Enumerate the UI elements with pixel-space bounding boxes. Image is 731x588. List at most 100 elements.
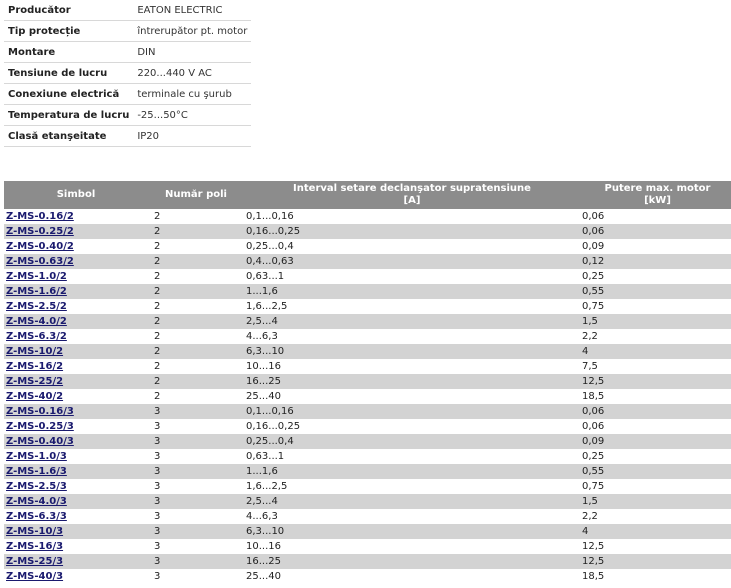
interval-cell: 0,63...1: [244, 269, 580, 284]
spec-row: Conexiune electrică terminale cu şurub: [4, 83, 252, 105]
product-link[interactable]: Z-MS-0.16/3: [6, 406, 74, 417]
poles-cell: 3: [148, 569, 244, 584]
product-link[interactable]: Z-MS-2.5/2: [6, 301, 67, 312]
interval-cell: 1,6...2,5: [244, 479, 580, 494]
product-link[interactable]: Z-MS-4.0/3: [6, 496, 67, 507]
power-cell: 18,5: [580, 569, 731, 584]
product-link[interactable]: Z-MS-40/2: [6, 391, 63, 402]
spec-row: Tensiune de lucru 220...440 V AC: [4, 62, 252, 84]
symbol-cell: Z-MS-40/2: [4, 389, 148, 404]
spec-label: Clasă etanşeitate: [4, 125, 134, 147]
power-cell: 4: [580, 344, 731, 359]
poles-cell: 2: [148, 254, 244, 269]
power-cell: 7,5: [580, 359, 731, 374]
interval-cell: 25...40: [244, 389, 580, 404]
poles-cell: 3: [148, 419, 244, 434]
power-cell: 0,06: [580, 209, 731, 224]
interval-cell: 0,25...0,4: [244, 239, 580, 254]
product-link[interactable]: Z-MS-1.6/3: [6, 466, 67, 477]
product-link[interactable]: Z-MS-0.25/2: [6, 226, 74, 237]
product-link[interactable]: Z-MS-6.3/2: [6, 331, 67, 342]
power-cell: 0,09: [580, 239, 731, 254]
poles-cell: 2: [148, 209, 244, 224]
product-link[interactable]: Z-MS-0.63/2: [6, 256, 74, 267]
product-link[interactable]: Z-MS-1.0/3: [6, 451, 67, 462]
header-poles: Număr poli: [148, 181, 244, 209]
symbol-cell: Z-MS-4.0/2: [4, 314, 148, 329]
table-row: Z-MS-10/2 2 6,3...10 4: [4, 344, 731, 359]
symbol-cell: Z-MS-0.40/3: [4, 434, 148, 449]
poles-cell: 2: [148, 344, 244, 359]
power-cell: 0,55: [580, 284, 731, 299]
symbol-cell: Z-MS-1.0/3: [4, 449, 148, 464]
spec-value: -25...50°C: [133, 104, 252, 126]
table-row: Z-MS-1.0/3 3 0,63...1 0,25: [4, 449, 731, 464]
product-link[interactable]: Z-MS-25/3: [6, 556, 63, 567]
table-row: Z-MS-0.40/2 2 0,25...0,4 0,09: [4, 239, 731, 254]
interval-cell: 2,5...4: [244, 314, 580, 329]
product-link[interactable]: Z-MS-0.25/3: [6, 421, 74, 432]
power-cell: 0,75: [580, 299, 731, 314]
table-row: Z-MS-1.6/2 2 1...1,6 0,55: [4, 284, 731, 299]
products-header: Simbol Număr poli Interval setare declan…: [4, 181, 731, 209]
interval-cell: 10...16: [244, 539, 580, 554]
spec-label: Tip protecție: [4, 20, 134, 42]
power-cell: 12,5: [580, 554, 731, 569]
poles-cell: 3: [148, 494, 244, 509]
product-link[interactable]: Z-MS-1.6/2: [6, 286, 67, 297]
table-row: Z-MS-6.3/2 2 4...6,3 2,2: [4, 329, 731, 344]
product-link[interactable]: Z-MS-16/2: [6, 361, 63, 372]
product-link[interactable]: Z-MS-40/3: [6, 571, 63, 582]
symbol-cell: Z-MS-0.16/2: [4, 209, 148, 224]
symbol-cell: Z-MS-10/3: [4, 524, 148, 539]
poles-cell: 3: [148, 554, 244, 569]
product-link[interactable]: Z-MS-0.40/2: [6, 241, 74, 252]
header-power-label: Putere max. motor: [604, 183, 711, 194]
power-cell: 4: [580, 524, 731, 539]
power-cell: 0,75: [580, 479, 731, 494]
table-row: Z-MS-25/2 2 16...25 12,5: [4, 374, 731, 389]
interval-cell: 4...6,3: [244, 509, 580, 524]
specifications-table: Producător EATON ELECTRIC Tip protecție înt…: [4, 0, 252, 147]
symbol-cell: Z-MS-0.63/2: [4, 254, 148, 269]
table-row: Z-MS-0.25/3 3 0,16...0,25 0,06: [4, 419, 731, 434]
spec-row: Temperatura de lucru -25...50°C: [4, 104, 252, 126]
interval-cell: 4...6,3: [244, 329, 580, 344]
table-row: Z-MS-0.63/2 2 0,4...0,63 0,12: [4, 254, 731, 269]
symbol-cell: Z-MS-0.40/2: [4, 239, 148, 254]
spec-value: întrerupător pt. motor: [133, 20, 252, 42]
symbol-cell: Z-MS-40/3: [4, 569, 148, 584]
product-link[interactable]: Z-MS-6.3/3: [6, 511, 67, 522]
spec-row: Tip protecție întrerupător pt. motor: [4, 20, 252, 42]
product-link[interactable]: Z-MS-25/2: [6, 376, 63, 387]
interval-cell: 0,4...0,63: [244, 254, 580, 269]
interval-cell: 0,1...0,16: [244, 404, 580, 419]
poles-cell: 3: [148, 404, 244, 419]
product-link[interactable]: Z-MS-10/3: [6, 526, 63, 537]
power-cell: 2,2: [580, 509, 731, 524]
power-cell: 0,12: [580, 254, 731, 269]
table-row: Z-MS-4.0/3 3 2,5...4 1,5: [4, 494, 731, 509]
poles-cell: 2: [148, 269, 244, 284]
table-row: Z-MS-6.3/3 3 4...6,3 2,2: [4, 509, 731, 524]
interval-cell: 6,3...10: [244, 344, 580, 359]
product-link[interactable]: Z-MS-0.16/2: [6, 211, 74, 222]
product-link[interactable]: Z-MS-1.0/2: [6, 271, 67, 282]
product-link[interactable]: Z-MS-2.5/3: [6, 481, 67, 492]
spec-row: Producător EATON ELECTRIC: [4, 0, 252, 21]
table-row: Z-MS-0.40/3 3 0,25...0,4 0,09: [4, 434, 731, 449]
product-link[interactable]: Z-MS-10/2: [6, 346, 63, 357]
product-link[interactable]: Z-MS-4.0/2: [6, 316, 67, 327]
spec-value: terminale cu şurub: [133, 83, 252, 105]
interval-cell: 16...25: [244, 374, 580, 389]
header-symbol-label: Simbol: [56, 189, 96, 200]
interval-cell: 1...1,6: [244, 284, 580, 299]
power-cell: 0,06: [580, 404, 731, 419]
table-row: Z-MS-25/3 3 16...25 12,5: [4, 554, 731, 569]
product-link[interactable]: Z-MS-16/3: [6, 541, 63, 552]
table-row: Z-MS-16/2 2 10...16 7,5: [4, 359, 731, 374]
poles-cell: 3: [148, 539, 244, 554]
product-link[interactable]: Z-MS-0.40/3: [6, 436, 74, 447]
poles-cell: 3: [148, 509, 244, 524]
power-cell: 0,25: [580, 449, 731, 464]
